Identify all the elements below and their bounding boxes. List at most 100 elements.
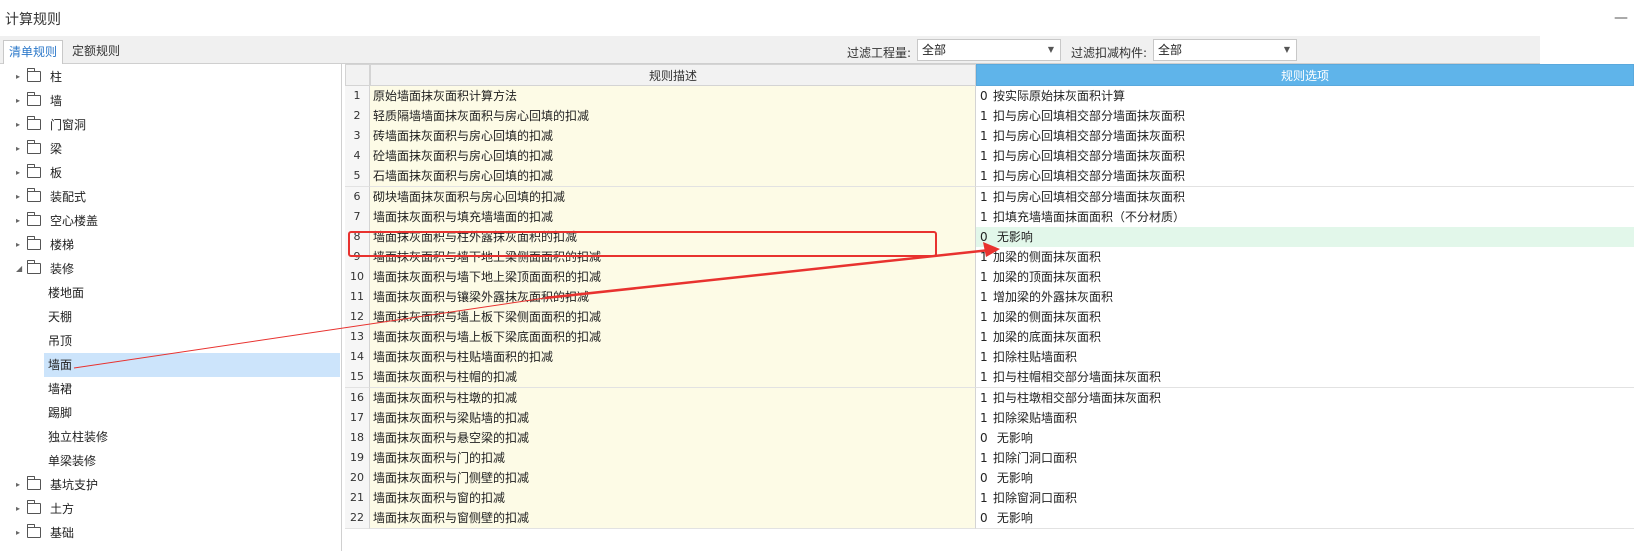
- rule-option-code: 1: [980, 249, 988, 264]
- rule-option-cell[interactable]: 1 增加梁的外露抹灰面积: [976, 287, 1634, 308]
- tree-item[interactable]: ▸ 空心楼盖: [0, 209, 340, 233]
- expand-closed-icon[interactable]: ▸: [16, 89, 20, 113]
- grid-header-option[interactable]: 规则选项: [976, 64, 1634, 86]
- expand-closed-icon[interactable]: ▸: [16, 161, 20, 185]
- rule-option-cell[interactable]: 1 扣与房心回填相交部分墙面抹灰面积: [976, 166, 1634, 188]
- row-index: 7: [345, 206, 370, 228]
- rule-description: 墙面抹灰面积与柱墩的扣减: [370, 387, 976, 409]
- tree-item[interactable]: ▸ 基础: [0, 521, 340, 545]
- tree-item[interactable]: ▸ 墙: [0, 89, 340, 113]
- table-row[interactable]: 5 石墙面抹灰面积与房心回填的扣减 1 扣与房心回填相交部分墙面抹灰面积: [345, 166, 1634, 188]
- tree-item-label: 踢脚: [48, 406, 73, 420]
- rule-option-cell[interactable]: 0 无影响: [976, 427, 1634, 449]
- rule-option-cell[interactable]: 1 加梁的顶面抹灰面积: [976, 266, 1634, 288]
- rule-option-cell[interactable]: 0 按实际原始抹灰面积计算: [976, 86, 1634, 107]
- rule-option-cell[interactable]: 1 加梁的侧面抹灰面积: [976, 307, 1634, 329]
- expand-closed-icon[interactable]: ▸: [16, 185, 20, 209]
- expand-open-icon[interactable]: ◢: [16, 257, 22, 281]
- table-row[interactable]: 1 原始墙面抹灰面积计算方法 0 按实际原始抹灰面积计算: [345, 86, 1634, 107]
- table-row[interactable]: 21 墙面抹灰面积与窗的扣减 1 扣除窗洞口面积: [345, 488, 1634, 509]
- rule-option-cell[interactable]: 1 扣与房心回填相交部分墙面抹灰面积: [976, 146, 1634, 168]
- row-index: 1: [345, 86, 370, 107]
- rule-option-cell[interactable]: 1 扣除窗洞口面积: [976, 488, 1634, 509]
- table-row[interactable]: 12 墙面抹灰面积与墙上板下梁侧面面积的扣减 1 加梁的侧面抹灰面积: [345, 307, 1634, 329]
- tree-item[interactable]: 墙裙: [0, 377, 340, 401]
- tree-item[interactable]: 独立柱装修: [0, 425, 340, 449]
- rule-option-code: 1: [980, 169, 988, 184]
- folder-icon: [27, 188, 41, 202]
- table-row[interactable]: 19 墙面抹灰面积与门的扣减 1 扣除门洞口面积: [345, 447, 1634, 469]
- rule-option-text: 扣与房心回填相交部分墙面抹灰面积: [993, 169, 1186, 184]
- table-row[interactable]: 9 墙面抹灰面积与墙下地上梁侧面面积的扣减 1 加梁的侧面抹灰面积: [345, 246, 1634, 268]
- table-row[interactable]: 15 墙面抹灰面积与柱帽的扣减 1 扣与柱帽相交部分墙面抹灰面积: [345, 367, 1634, 389]
- tree-item[interactable]: ▸ 土方: [0, 497, 340, 521]
- rule-option-cell[interactable]: 1 扣与房心回填相交部分墙面抹灰面积: [976, 186, 1634, 208]
- tab-quota-rules[interactable]: 定额规则: [67, 40, 125, 65]
- rule-option-cell[interactable]: 0 无影响: [976, 226, 1634, 248]
- tree-item[interactable]: 踢脚: [0, 401, 340, 425]
- rule-option-cell[interactable]: 1 扣除柱贴墙面积: [976, 347, 1634, 369]
- tab-bill-rules[interactable]: 清单规则: [3, 40, 64, 65]
- tree-item[interactable]: ◢ 装修: [0, 257, 340, 281]
- tree-item[interactable]: 单梁装修: [0, 449, 340, 473]
- row-index: 12: [345, 307, 370, 329]
- expand-closed-icon[interactable]: ▸: [16, 497, 20, 521]
- tree-item[interactable]: ▸ 梁: [0, 137, 340, 161]
- table-row[interactable]: 3 砖墙面抹灰面积与房心回填的扣减 1 扣与房心回填相交部分墙面抹灰面积: [345, 126, 1634, 148]
- rule-option-cell[interactable]: 1 扣与柱墩相交部分墙面抹灰面积: [976, 387, 1634, 409]
- expand-closed-icon[interactable]: ▸: [16, 233, 20, 257]
- expand-closed-icon[interactable]: ▸: [16, 137, 20, 161]
- table-row[interactable]: 13 墙面抹灰面积与墙上板下梁底面面积的扣减 1 加梁的底面抹灰面积: [345, 327, 1634, 349]
- tree-item[interactable]: 天棚: [0, 305, 340, 329]
- table-row[interactable]: 7 墙面抹灰面积与填充墙墙面的扣减 1 扣填充墙墙面抹面面积（不分材质）: [345, 206, 1634, 228]
- table-row[interactable]: 22 墙面抹灰面积与窗侧壁的扣减 0 无影响: [345, 508, 1634, 530]
- tree-item[interactable]: ▸ 板: [0, 161, 340, 185]
- filter-quantity-select[interactable]: 全部 ▼: [917, 39, 1061, 61]
- rule-option-cell[interactable]: 1 加梁的侧面抹灰面积: [976, 246, 1634, 268]
- tree-item[interactable]: ▸ 楼梯: [0, 233, 340, 257]
- tree-item[interactable]: 墙面: [44, 353, 340, 377]
- rule-option-cell[interactable]: 1 扣与柱帽相交部分墙面抹灰面积: [976, 367, 1634, 389]
- tree-item-label: 基坑支护: [50, 478, 99, 492]
- table-row[interactable]: 2 轻质隔墙墙面抹灰面积与房心回填的扣减 1 扣与房心回填相交部分墙面抹灰面积: [345, 106, 1634, 128]
- tree-item[interactable]: ▸ 柱: [0, 65, 340, 89]
- tree-item-label: 吊顶: [48, 334, 73, 348]
- table-row[interactable]: 18 墙面抹灰面积与悬空梁的扣减 0 无影响: [345, 427, 1634, 449]
- tree-item[interactable]: 楼地面: [0, 281, 340, 305]
- tree-item-label: 装修: [50, 262, 75, 276]
- table-row[interactable]: 4 砼墙面抹灰面积与房心回填的扣减 1 扣与房心回填相交部分墙面抹灰面积: [345, 146, 1634, 168]
- expand-closed-icon[interactable]: ▸: [16, 473, 20, 497]
- table-row[interactable]: 10 墙面抹灰面积与墙下地上梁顶面面积的扣减 1 加梁的顶面抹灰面积: [345, 266, 1634, 288]
- tree-item[interactable]: ▸ 基坑支护: [0, 473, 340, 497]
- rule-option-cell[interactable]: 0 无影响: [976, 467, 1634, 489]
- tree-item[interactable]: ▸ 装配式: [0, 185, 340, 209]
- folder-icon: [27, 524, 41, 538]
- rule-option-cell[interactable]: 1 扣与房心回填相交部分墙面抹灰面积: [976, 126, 1634, 148]
- rule-option-cell[interactable]: 1 扣与房心回填相交部分墙面抹灰面积: [976, 106, 1634, 128]
- expand-closed-icon[interactable]: ▸: [16, 521, 20, 545]
- table-row[interactable]: 20 墙面抹灰面积与门侧壁的扣减 0 无影响: [345, 467, 1634, 489]
- rule-option-cell[interactable]: 1 扣除梁贴墙面积: [976, 407, 1634, 429]
- table-row[interactable]: 11 墙面抹灰面积与镶梁外露抹灰面积的扣减 1 增加梁的外露抹灰面积: [345, 287, 1634, 308]
- expand-closed-icon[interactable]: ▸: [16, 65, 20, 89]
- tree-item[interactable]: 吊顶: [0, 329, 340, 353]
- tree-item[interactable]: ▸ 门窗洞: [0, 113, 340, 137]
- rule-option-code: 0: [980, 89, 988, 103]
- expand-closed-icon[interactable]: ▸: [16, 113, 20, 137]
- rule-option-cell[interactable]: 1 扣除门洞口面积: [976, 447, 1634, 469]
- table-row[interactable]: 17 墙面抹灰面积与梁贴墙的扣减 1 扣除梁贴墙面积: [345, 407, 1634, 429]
- rule-option-code: 1: [980, 269, 988, 284]
- rule-option-cell[interactable]: 1 扣填充墙墙面抹面面积（不分材质）: [976, 206, 1634, 228]
- table-row[interactable]: 16 墙面抹灰面积与柱墩的扣减 1 扣与柱墩相交部分墙面抹灰面积: [345, 387, 1634, 409]
- grid-header-description[interactable]: 规则描述: [370, 64, 976, 86]
- table-row[interactable]: 8 墙面抹灰面积与柱外露抹灰面积的扣减 0 无影响: [345, 226, 1634, 248]
- minimize-button[interactable]: —: [1614, 10, 1628, 26]
- rule-option-cell[interactable]: 1 加梁的底面抹灰面积: [976, 327, 1634, 349]
- rule-option-cell[interactable]: 0 无影响: [976, 508, 1634, 530]
- table-row[interactable]: 6 砌块墙面抹灰面积与房心回填的扣减 1 扣与房心回填相交部分墙面抹灰面积: [345, 186, 1634, 208]
- filter-component-select[interactable]: 全部 ▼: [1153, 39, 1297, 61]
- expand-closed-icon[interactable]: ▸: [16, 209, 20, 233]
- rule-option-code: 1: [980, 189, 988, 204]
- table-row[interactable]: 14 墙面抹灰面积与柱贴墙面积的扣减 1 扣除柱贴墙面积: [345, 347, 1634, 369]
- rule-option-text: 扣与房心回填相交部分墙面抹灰面积: [993, 149, 1186, 164]
